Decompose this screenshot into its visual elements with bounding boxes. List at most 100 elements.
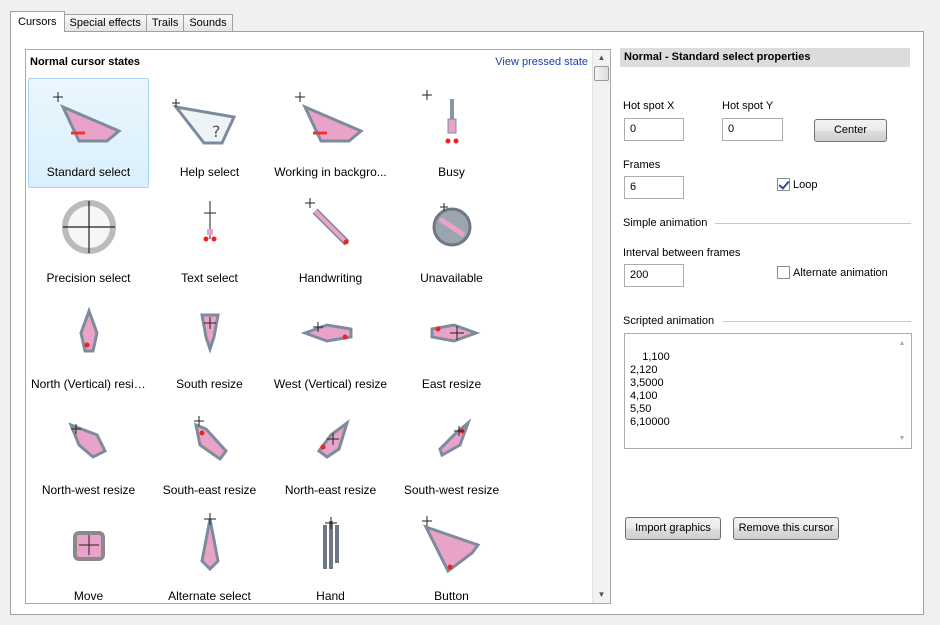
interval-label: Interval between frames: [623, 247, 741, 259]
scroll-up-icon[interactable]: ▲: [593, 50, 610, 66]
view-pressed-state-link[interactable]: View pressed state: [495, 56, 588, 68]
properties-header: Normal - Standard select properties: [620, 48, 910, 67]
standard-select-icon: [53, 92, 122, 143]
south-east-resize-icon: [193, 416, 228, 462]
hotspot-y-field[interactable]: 0: [722, 118, 783, 141]
hotspot-x-field[interactable]: 0: [624, 118, 684, 141]
cursor-item[interactable]: Unavailable: [391, 184, 512, 294]
cursor-item-label: Text select: [181, 271, 238, 285]
cursor-item-label: Alternate select: [168, 589, 251, 603]
cursor-item-label: North (Vertical) resize: [31, 377, 147, 391]
cursor-item-label: Standard select: [46, 165, 131, 179]
cursor-item[interactable]: Hand: [270, 502, 391, 603]
textarea-scroll-down-icon[interactable]: ▼: [894, 432, 910, 445]
alternate-select-icon: [200, 513, 220, 572]
cursor-item-label: Move: [73, 589, 104, 603]
cursor-list[interactable]: Normal cursor states View pressed state …: [25, 49, 611, 604]
text-select-icon: [203, 201, 217, 242]
loop-checkbox[interactable]: Loop: [777, 178, 817, 191]
interval-field[interactable]: 200: [624, 264, 684, 287]
import-graphics-button[interactable]: Import graphics: [625, 517, 721, 540]
cursor-item[interactable]: North-west resize: [28, 396, 149, 506]
cursor-item-label: Button: [434, 589, 469, 603]
unavailable-icon: [432, 203, 472, 247]
handwriting-icon: [305, 198, 350, 246]
west-resize-icon: [300, 322, 353, 343]
loop-label: Loop: [793, 178, 818, 191]
cursor-item-label: North-east resize: [284, 483, 377, 497]
cursor-item[interactable]: North (Vertical) resize: [28, 290, 149, 400]
cursor-item[interactable]: East resize: [391, 290, 512, 400]
center-button[interactable]: Center: [814, 119, 887, 142]
alternate-animation-checkbox-box[interactable]: [777, 266, 790, 279]
list-scrollbar[interactable]: ▲ ▼: [592, 50, 610, 603]
frames-label: Frames: [623, 159, 661, 171]
scripted-animation-textarea[interactable]: 1,100 2,120 3,5000 4,100 5,50 6,10000 ▲ …: [624, 333, 912, 449]
cursor-item-label: Handwriting: [298, 271, 363, 285]
tab-special-effects[interactable]: Special effects: [63, 14, 147, 32]
simple-animation-label: Simple animation: [623, 217, 708, 229]
cursor-item-label: South-east resize: [162, 483, 257, 497]
tab-trails[interactable]: Trails: [145, 14, 185, 32]
loop-checkbox-box[interactable]: [777, 178, 790, 191]
help-select-icon: ?: [172, 99, 237, 145]
cursor-item-label: South-west resize: [403, 483, 500, 497]
cursor-item[interactable]: Handwriting: [270, 184, 391, 294]
working-in-background-icon: [295, 92, 364, 143]
cursor-item-label: Precision select: [46, 271, 131, 285]
scripted-animation-divider: [723, 321, 911, 322]
cursor-item[interactable]: Busy: [391, 78, 512, 188]
properties-panel: Normal - Standard select properties Hot …: [620, 48, 912, 608]
cursor-item-label: Help select: [179, 165, 240, 179]
svg-text:?: ?: [212, 122, 221, 141]
tab-cursors[interactable]: Cursors: [10, 11, 65, 32]
remove-cursor-button[interactable]: Remove this cursor: [733, 517, 839, 540]
south-west-resize-icon: [438, 418, 472, 458]
cursor-item-label: Hand: [316, 589, 345, 603]
cursor-item-label: East resize: [421, 377, 482, 391]
cursor-item[interactable]: Alternate select: [149, 502, 270, 603]
cursor-item[interactable]: Working in backgro...: [270, 78, 391, 188]
cursor-item-label: North-west resize: [41, 483, 136, 497]
hotspot-x-label: Hot spot X: [623, 100, 675, 112]
cursor-item[interactable]: South-east resize: [149, 396, 270, 506]
button-icon: [422, 516, 481, 574]
simple-animation-divider: [715, 223, 911, 224]
precision-select-icon: [62, 200, 116, 254]
alternate-animation-label: Alternate animation: [793, 266, 888, 279]
cursor-item[interactable]: Button: [391, 502, 512, 603]
cursor-item-label: Unavailable: [420, 271, 483, 285]
textarea-scrollbar[interactable]: ▲ ▼: [894, 335, 910, 447]
cursor-item[interactable]: South-west resize: [391, 396, 512, 506]
hotspot-y-label: Hot spot Y: [722, 100, 774, 112]
cursor-item[interactable]: West (Vertical) resize: [270, 290, 391, 400]
cursor-item[interactable]: Standard select: [28, 78, 149, 188]
frames-field[interactable]: 6: [624, 176, 684, 199]
cursor-item[interactable]: Text select: [149, 184, 270, 294]
scroll-down-icon[interactable]: ▼: [593, 587, 610, 603]
busy-icon: [422, 90, 459, 144]
move-icon: [73, 531, 105, 561]
scripted-animation-text: 1,100 2,120 3,5000 4,100 5,50 6,10000: [630, 351, 670, 428]
cursor-item-label: Working in backgro...: [274, 165, 387, 179]
cursor-item[interactable]: ? Help select: [149, 78, 270, 188]
north-resize-icon: [79, 306, 99, 353]
north-west-resize-icon: [68, 422, 108, 459]
cursor-item-label: South resize: [176, 377, 243, 391]
cursor-item[interactable]: North-east resize: [270, 396, 391, 506]
scroll-thumb[interactable]: [594, 66, 609, 81]
cursor-item[interactable]: South resize: [149, 290, 270, 400]
cursor-item-label: Busy: [438, 165, 465, 179]
cursor-item-label: West (Vertical) resize: [273, 377, 388, 391]
tab-strip: Cursors Special effects Trails Sounds: [10, 11, 233, 32]
south-resize-icon: [200, 313, 220, 354]
tab-sounds[interactable]: Sounds: [183, 14, 233, 32]
cursor-item[interactable]: Precision select: [28, 184, 149, 294]
north-east-resize-icon: [316, 419, 350, 459]
alternate-animation-checkbox[interactable]: Alternate animation: [777, 266, 888, 279]
textarea-scroll-up-icon[interactable]: ▲: [894, 337, 910, 350]
list-title: Normal cursor states: [30, 56, 141, 68]
cursor-item[interactable]: Move: [28, 502, 149, 603]
east-resize-icon: [430, 323, 481, 343]
scripted-animation-label: Scripted animation: [623, 315, 715, 327]
